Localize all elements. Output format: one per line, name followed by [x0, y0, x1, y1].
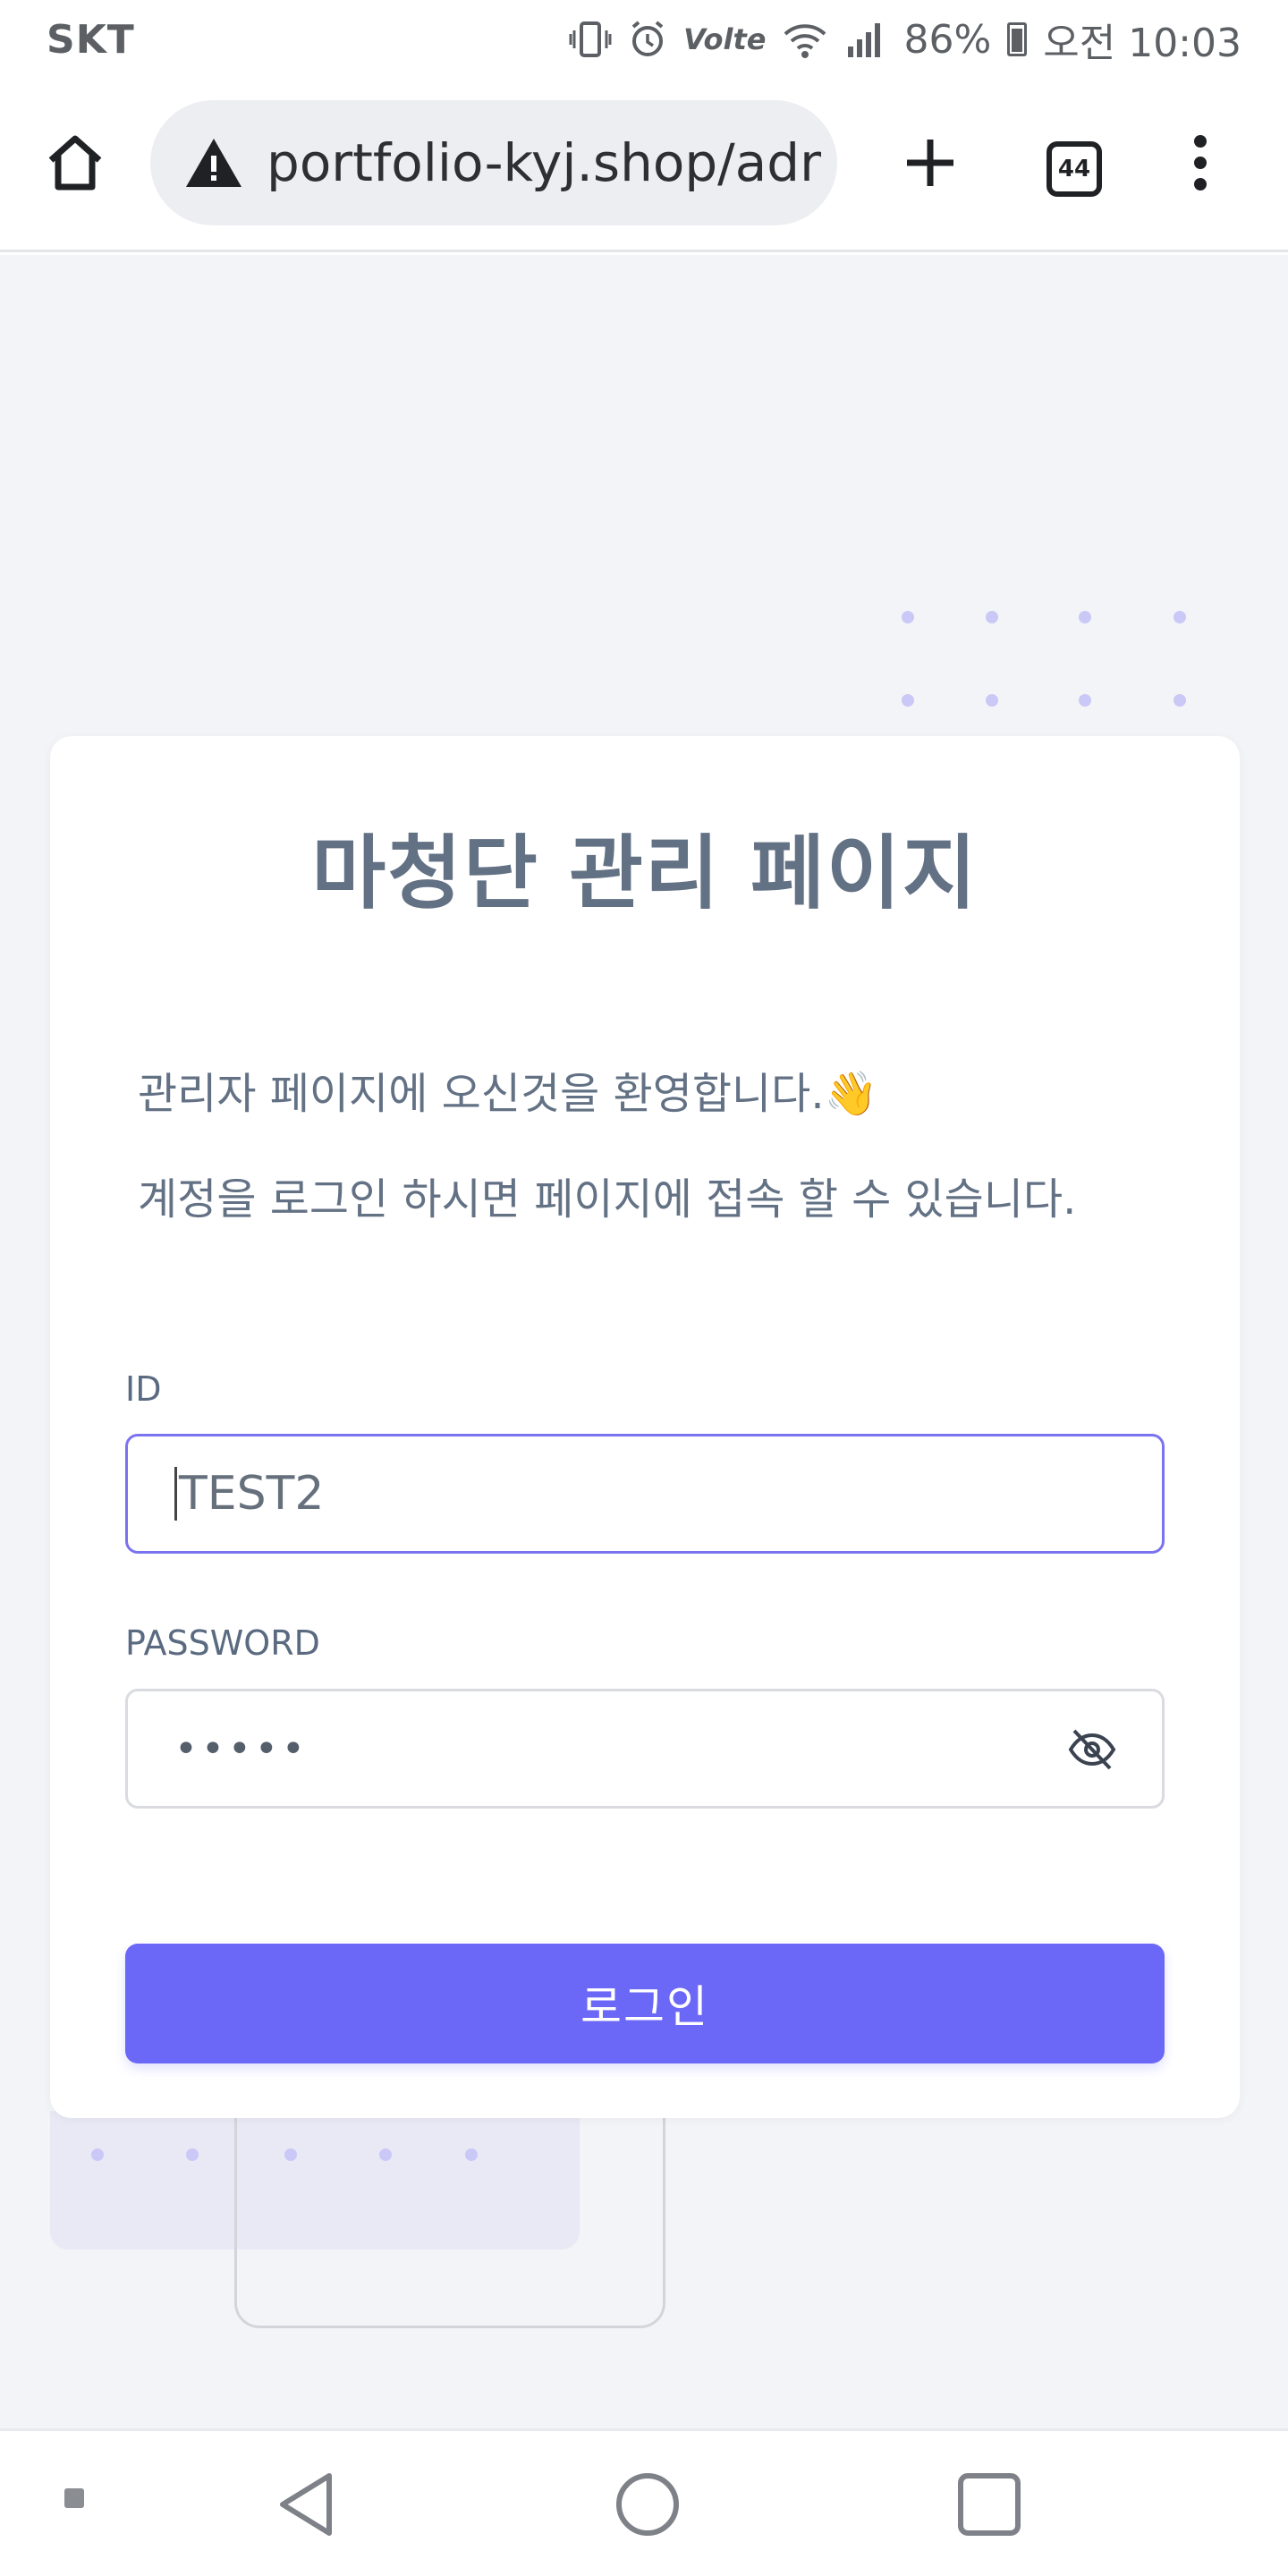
page-content: 마청단 관리 페이지 관리자 페이지에 오신것을 환영합니다.👋 계정을 로그인… [0, 255, 1288, 2428]
alarm-icon [628, 20, 667, 59]
square-recents-icon [958, 2473, 1021, 2536]
url-text[interactable]: portfolio-kyj.shop/admin [267, 132, 821, 193]
welcome-message: 관리자 페이지에 오신것을 환영합니다.👋 [138, 1069, 878, 1119]
decor-dot [1174, 611, 1186, 623]
password-input-value: ••••• [174, 1725, 309, 1772]
signal-icon [844, 20, 887, 59]
login-instruction: 계정을 로그인 하시면 페이지에 접속 할 수 있습니다. [138, 1174, 1077, 1224]
status-bar: SKT Volte 86% 오전 10:03 [0, 0, 1288, 79]
vibrate-icon [569, 20, 612, 59]
recents-button[interactable] [953, 2469, 1025, 2540]
more-vert-icon [1194, 135, 1207, 191]
status-time: 오전 10:03 [1043, 21, 1241, 66]
address-bar[interactable]: portfolio-kyj.shop/admin [150, 100, 837, 225]
decor-dot [986, 611, 998, 623]
decor-dot [1174, 694, 1186, 707]
decor-dot [465, 2148, 478, 2161]
password-label: PASSWORD [125, 1623, 320, 1663]
plus-icon [907, 140, 953, 186]
small-square-icon [64, 2488, 84, 2508]
decor-dot [1079, 694, 1091, 707]
decor-dot [986, 694, 998, 707]
browser-menu-button[interactable] [1175, 127, 1225, 199]
system-nav-bar [0, 2428, 1288, 2576]
decor-dot [902, 694, 914, 707]
back-icon [280, 2473, 332, 2536]
carrier-name: SKT [47, 16, 135, 63]
tab-switcher-button[interactable]: 44 [1046, 141, 1102, 197]
eye-off-icon[interactable] [1067, 1727, 1117, 1772]
wifi-icon [782, 20, 828, 59]
battery-percent: 86% [903, 16, 992, 63]
id-input-value: TEST2 [179, 1467, 325, 1521]
home-nav-button[interactable] [612, 2469, 683, 2540]
login-card: 마청단 관리 페이지 관리자 페이지에 오신것을 환영합니다.👋 계정을 로그인… [50, 736, 1240, 2118]
id-label: ID [125, 1369, 162, 1409]
text-caret [174, 1467, 177, 1521]
battery-icon [1007, 22, 1028, 56]
decor-dot [284, 2148, 297, 2161]
status-icons: Volte 86% 오전 10:03 [569, 11, 1241, 68]
login-button[interactable]: 로그인 [125, 1944, 1165, 2063]
warning-icon[interactable] [184, 136, 243, 190]
decor-dot [1079, 611, 1091, 623]
circle-home-icon [616, 2473, 679, 2536]
decor-dot [186, 2148, 199, 2161]
id-input[interactable]: TEST2 [125, 1434, 1165, 1554]
back-button[interactable] [270, 2469, 342, 2540]
nav-indicator [63, 2487, 86, 2510]
new-tab-button[interactable] [894, 127, 966, 199]
home-button[interactable] [39, 127, 111, 199]
decor-dot [902, 611, 914, 623]
page-title: 마청단 관리 페이지 [311, 826, 979, 920]
decor-dot [379, 2148, 392, 2161]
browser-toolbar: portfolio-kyj.shop/admin 44 [0, 79, 1288, 252]
volte-indicator: Volte [683, 22, 767, 56]
decor-dot [91, 2148, 104, 2161]
password-input[interactable]: ••••• [125, 1689, 1165, 1809]
home-icon [48, 135, 102, 191]
